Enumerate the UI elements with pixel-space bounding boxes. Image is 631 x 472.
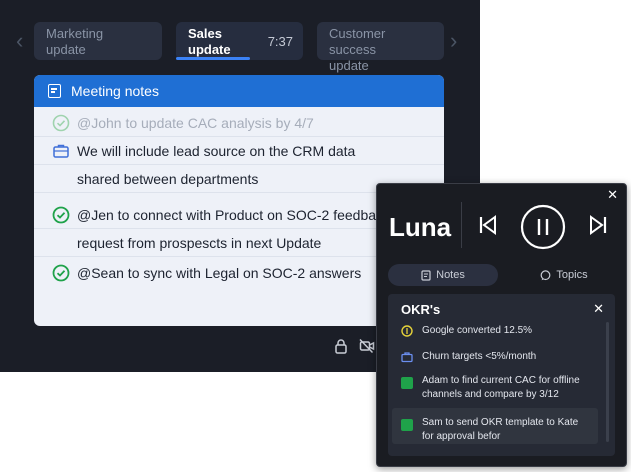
tab-marketing-update[interactable]: Marketing update [34, 22, 162, 60]
skip-next-icon[interactable] [587, 214, 609, 236]
lock-icon[interactable] [333, 338, 349, 354]
tab-label: Customer success update [329, 26, 386, 73]
tab-label: Notes [436, 269, 465, 281]
pause-icon[interactable] [520, 204, 566, 250]
note-item[interactable]: @John to update CAC analysis by 4/7 [34, 109, 444, 137]
check-circle-icon[interactable] [52, 264, 70, 282]
note-text: @Sean to sync with Legal on SOC-2 answer… [77, 265, 362, 281]
meeting-notes-header: Meeting notes [34, 75, 444, 107]
okr-item: Google converted 12.5% [422, 325, 533, 336]
divider [461, 202, 462, 248]
okr-title: OKR's [401, 302, 441, 317]
note-text: @Jen to connect with Product on SOC-2 fe… [77, 207, 391, 223]
note-text: We will include lead source on the CRM d… [77, 143, 356, 159]
coin-icon [401, 325, 413, 337]
tab-progress-bar [176, 57, 250, 60]
notes-icon [48, 84, 61, 98]
okr-item: Adam to find current CAC for offline cha… [422, 375, 580, 400]
note-text: @John to update CAC analysis by 4/7 [77, 115, 314, 131]
note-item[interactable]: We will include lead source on the CRM d… [34, 137, 444, 165]
check-circle-icon[interactable] [52, 206, 70, 224]
tab-customer-success-update[interactable]: Customer success update [317, 22, 444, 73]
call-controls [333, 338, 375, 354]
close-icon[interactable]: ✕ [593, 301, 604, 317]
tab-topics[interactable]: Topics [509, 264, 619, 286]
document-icon [421, 269, 431, 281]
okr-item: Sam to send OKR template to Kate for app… [422, 417, 579, 442]
chevron-right-icon[interactable]: › [450, 30, 457, 52]
chat-bubble-icon [541, 269, 551, 280]
check-circle-icon[interactable] [52, 114, 70, 132]
scrollbar[interactable] [606, 322, 609, 442]
tab-sales-update[interactable]: Sales update 7:37 [176, 22, 303, 60]
briefcase-icon [401, 352, 413, 363]
tab-label: Marketing update [46, 26, 104, 57]
tab-notes[interactable]: Notes [388, 264, 498, 286]
note-text: shared between departments [77, 171, 259, 187]
luna-title: Luna [389, 212, 452, 242]
okr-card: OKR's ✕ Google converted 12.5% Churn tar… [388, 294, 615, 456]
tab-timer: 7:37 [267, 34, 293, 49]
okr-item: Churn targets <5%/month [422, 351, 537, 362]
checkbox-checked-icon[interactable] [401, 419, 413, 431]
chevron-left-icon[interactable]: ‹ [16, 30, 23, 52]
camera-off-icon[interactable] [359, 338, 375, 354]
skip-previous-icon[interactable] [477, 214, 499, 236]
meeting-notes-title: Meeting notes [71, 83, 159, 99]
luna-assistant-panel: ✕ Luna Notes Topics OKR's ✕ Google conve… [376, 183, 627, 467]
tab-label: Topics [556, 269, 588, 281]
briefcase-icon [53, 144, 69, 158]
close-icon[interactable]: ✕ [607, 187, 618, 203]
tab-label: Sales update [188, 26, 231, 57]
checkbox-checked-icon[interactable] [401, 377, 413, 389]
note-text: request from prospescts in next Update [77, 235, 322, 251]
